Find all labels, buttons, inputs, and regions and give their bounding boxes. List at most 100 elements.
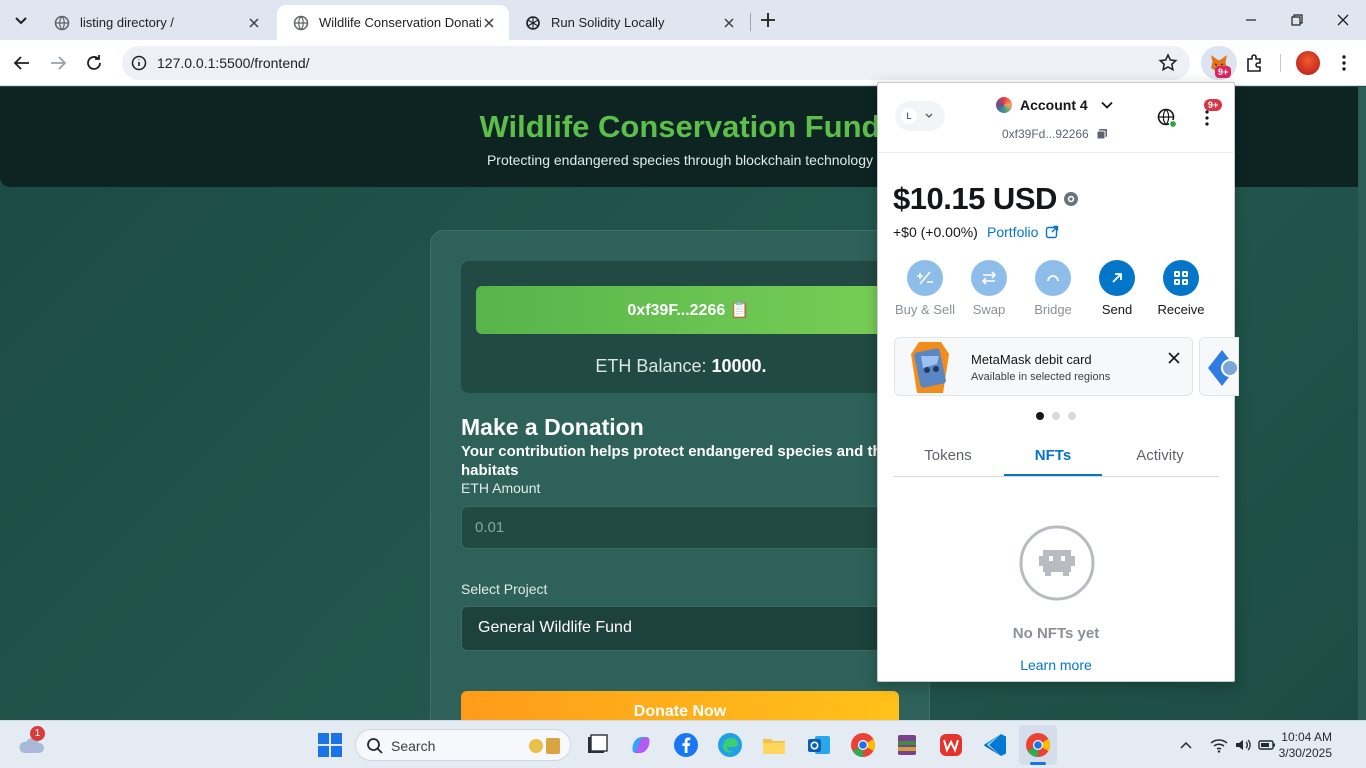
- chevron-up-icon[interactable]: [1176, 735, 1196, 755]
- metamask-header: L Account 4 0xf39Fd...92266 9+: [878, 83, 1234, 153]
- buy-sell-button[interactable]: Buy & Sell: [893, 260, 957, 317]
- account-address-text: 0xf39Fd...92266: [1002, 127, 1089, 141]
- globe-icon: [293, 15, 309, 31]
- eth-balance: ETH Balance: 10000.: [461, 356, 901, 377]
- bridge-button[interactable]: Bridge: [1021, 260, 1085, 317]
- system-clock[interactable]: 10:04 AM 3/30/2025: [1279, 729, 1332, 761]
- account-address[interactable]: 0xf39Fd...92266: [1002, 127, 1108, 141]
- extensions-puzzle-icon[interactable]: [1243, 51, 1267, 75]
- taskbar-search[interactable]: Search: [355, 729, 571, 761]
- windows-taskbar: 1 Search 10:04 AM 3/30/2025: [0, 720, 1366, 768]
- chrome-icon[interactable]: [850, 732, 876, 758]
- send-button[interactable]: Send: [1085, 260, 1149, 317]
- next-promo-illustration: [1204, 346, 1238, 390]
- tab-separator: [750, 13, 751, 31]
- donate-button[interactable]: Donate Now: [461, 691, 899, 720]
- project-select[interactable]: General Wildlife Fund: [461, 606, 901, 651]
- balance-change: +$0 (+0.00%): [893, 224, 978, 240]
- promo-banner-next[interactable]: [1199, 337, 1239, 396]
- active-app-indicator: [1030, 762, 1046, 765]
- restore-icon[interactable]: [1285, 8, 1309, 32]
- more-menu-icon[interactable]: [1332, 51, 1356, 75]
- portfolio-link[interactable]: Portfolio: [987, 224, 1059, 240]
- account-picker[interactable]: Account 4: [996, 97, 1114, 113]
- close-window-icon[interactable]: [1331, 8, 1355, 32]
- volume-icon[interactable]: [1233, 735, 1253, 755]
- wallet-info-box: 0xf39F...2266 📋 ETH Balance: 10000.: [461, 261, 901, 393]
- outlook-icon[interactable]: [806, 732, 832, 758]
- receive-button[interactable]: Receive: [1149, 260, 1213, 317]
- close-icon[interactable]: [246, 15, 262, 31]
- account-options-icon[interactable]: [1197, 108, 1217, 128]
- url-text: 127.0.0.1:5500/frontend/: [157, 55, 310, 71]
- site-info-icon[interactable]: [127, 51, 151, 75]
- tab-strip: listing directory / Wildlife Conservatio…: [0, 0, 1366, 40]
- tab-listing-directory[interactable]: listing directory /: [38, 5, 274, 40]
- account-avatar: [996, 97, 1012, 113]
- wallet-address-button[interactable]: 0xf39F...2266 📋: [476, 286, 901, 334]
- send-label: Send: [1101, 302, 1133, 317]
- tab-wildlife-donation[interactable]: Wildlife Conservation Donation: [277, 5, 509, 40]
- edge-icon[interactable]: [717, 732, 743, 758]
- learn-more-link[interactable]: Learn more: [878, 657, 1234, 673]
- bridge-label: Bridge: [1034, 302, 1072, 317]
- task-view-icon[interactable]: [584, 732, 610, 758]
- reload-icon[interactable]: [82, 51, 106, 75]
- qr-code-icon: [1163, 260, 1199, 296]
- close-icon[interactable]: [721, 15, 737, 31]
- arrow-up-right-icon: [1099, 260, 1135, 296]
- profile-avatar[interactable]: [1296, 51, 1320, 75]
- connected-sites-icon[interactable]: [1157, 108, 1177, 128]
- eth-amount-input[interactable]: [461, 506, 901, 549]
- close-icon[interactable]: [481, 15, 497, 31]
- tab-divider: [894, 476, 1219, 477]
- eye-icon[interactable]: [1063, 191, 1079, 207]
- forward-icon[interactable]: [46, 51, 70, 75]
- address-bar[interactable]: 127.0.0.1:5500/frontend/: [122, 46, 1190, 80]
- file-explorer-icon[interactable]: [761, 732, 787, 758]
- new-tab-icon[interactable]: [756, 8, 780, 32]
- extension-badge: 9+: [1215, 66, 1232, 78]
- wifi-icon[interactable]: [1209, 735, 1229, 755]
- windows-start-icon[interactable]: [317, 732, 343, 758]
- search-placeholder: Search: [391, 738, 436, 754]
- chrome-icon: [1025, 732, 1051, 758]
- metamask-extension-button[interactable]: 9+: [1201, 46, 1237, 80]
- wps-office-icon[interactable]: [938, 732, 964, 758]
- tab-run-solidity[interactable]: Run Solidity Locally: [509, 5, 749, 40]
- carousel-dot[interactable]: [1052, 412, 1060, 420]
- battery-icon[interactable]: [1257, 735, 1277, 755]
- vscode-icon[interactable]: [982, 732, 1008, 758]
- copilot-icon[interactable]: [628, 732, 654, 758]
- winrar-icon[interactable]: [894, 732, 920, 758]
- network-picker[interactable]: L: [895, 101, 945, 131]
- promo-banner[interactable]: MetaMask debit card Available in selecte…: [894, 337, 1193, 396]
- notification-badge: 9+: [1204, 99, 1223, 111]
- bookmark-star-icon[interactable]: [1156, 51, 1180, 75]
- toolbar-divider: [1280, 54, 1281, 72]
- tab-title: listing directory /: [80, 15, 174, 30]
- close-icon[interactable]: [1166, 350, 1182, 366]
- page-scrollbar[interactable]: [1358, 87, 1366, 720]
- carousel-dot-active[interactable]: [1036, 412, 1044, 420]
- chrome-running-highlight[interactable]: [1019, 725, 1057, 765]
- tab-nfts[interactable]: NFTs: [1004, 447, 1102, 464]
- tab-activity[interactable]: Activity: [1111, 447, 1209, 464]
- copy-icon[interactable]: [1096, 128, 1108, 140]
- weather-badge: 1: [30, 726, 45, 741]
- back-icon[interactable]: [10, 51, 34, 75]
- facebook-icon[interactable]: [673, 732, 699, 758]
- receive-label: Receive: [1157, 302, 1205, 317]
- buy-sell-label: Buy & Sell: [895, 302, 955, 317]
- active-tab-indicator: [1004, 474, 1102, 476]
- weather-widget[interactable]: 1: [16, 726, 106, 761]
- minimize-icon[interactable]: [1239, 8, 1263, 32]
- eth-balance-label: ETH Balance:: [595, 356, 707, 376]
- carousel-dot[interactable]: [1068, 412, 1076, 420]
- promo-title: MetaMask debit card: [971, 352, 1092, 367]
- eth-amount-label: ETH Amount: [461, 480, 541, 496]
- tab-tokens[interactable]: Tokens: [899, 447, 997, 464]
- globe-icon: [54, 15, 70, 31]
- swap-button[interactable]: Swap: [957, 260, 1021, 317]
- tab-search-icon[interactable]: [9, 8, 33, 32]
